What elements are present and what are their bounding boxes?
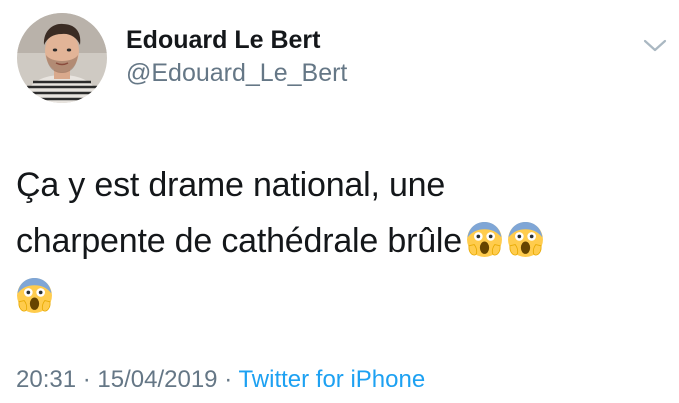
face-screaming-in-fear-emoji — [466, 222, 502, 257]
tweet-text-line-2-text: charpente de cathédrale brûle — [16, 222, 462, 260]
author-name[interactable]: Edouard Le Bert — [126, 25, 320, 55]
more-options-button[interactable] — [640, 33, 670, 57]
face-screaming-in-fear-emoji — [17, 278, 52, 313]
tweet-meta: 20:31 · 15/04/2019 · Twitter for iPhone — [16, 365, 425, 395]
tweet-text-line-3 — [16, 269, 656, 325]
face-screaming-in-fear-emoji — [507, 222, 543, 257]
tweet-time[interactable]: 20:31 — [16, 366, 76, 393]
tweet-text: Ça y est drame national, une charpente d… — [16, 157, 656, 325]
meta-separator: · — [224, 366, 233, 393]
avatar-image — [17, 13, 107, 103]
tweet-date[interactable]: 15/04/2019 — [97, 366, 217, 393]
avatar[interactable] — [17, 13, 107, 103]
tweet-card: Edouard Le Bert @Edouard_Le_Bert Ça y es… — [0, 0, 679, 403]
author-handle[interactable]: @Edouard_Le_Bert — [126, 58, 347, 88]
tweet-text-line-2: charpente de cathédrale brûle — [16, 213, 656, 269]
meta-separator: · — [82, 366, 91, 393]
chevron-down-icon — [643, 39, 667, 52]
tweet-text-line-1: Ça y est drame national, une — [16, 166, 446, 204]
tweet-source-link[interactable]: Twitter for iPhone — [238, 366, 425, 393]
